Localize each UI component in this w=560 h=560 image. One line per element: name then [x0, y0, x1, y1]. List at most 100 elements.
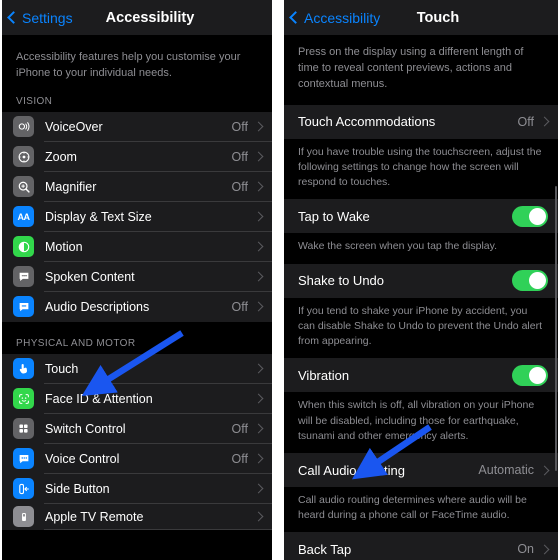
shake-to-undo-toggle[interactable] [512, 270, 548, 292]
tap-to-wake-toggle[interactable] [512, 205, 548, 227]
row-zoom[interactable]: Zoom Off [2, 141, 272, 172]
vibration-description: When this switch is off, all vibration o… [284, 392, 558, 453]
chevron-right-icon [253, 211, 264, 222]
row-face-id-attention[interactable]: Face ID & Attention [2, 383, 272, 414]
row-label: Face ID & Attention [45, 391, 153, 406]
row-label: Audio Descriptions [45, 299, 150, 314]
row-call-audio-routing[interactable]: Call Audio Routing Automatic [284, 453, 558, 487]
chevron-right-icon [253, 483, 264, 494]
zoom-icon [13, 146, 34, 168]
row-vibration[interactable]: Vibration [284, 358, 558, 393]
physical-and-motor-group: Touch Face ID & Attention Switch Control… [2, 353, 272, 530]
row-shake-to-undo[interactable]: Shake to Undo [284, 263, 558, 298]
right-navigation-bar: Accessibility Touch [284, 0, 558, 36]
touch-accommodations-description: If you have trouble using the touchscree… [284, 138, 558, 200]
chevron-right-icon [253, 393, 264, 404]
accessibility-intro-text: Accessibility features help you customis… [16, 51, 241, 79]
row-label: Display & Text Size [45, 209, 152, 224]
right-scroll-area[interactable]: Press on the display using a different l… [284, 36, 558, 560]
spoken-content-icon [13, 266, 34, 288]
row-voice-control[interactable]: Voice Control Off [2, 443, 272, 474]
chevron-right-icon [253, 181, 264, 192]
shake-to-undo-description: If you tend to shake your iPhone by acci… [284, 297, 558, 359]
toggle-knob [529, 272, 546, 290]
row-label: Vibration [298, 367, 350, 383]
right-phone-screen: Accessibility Touch Press on the display… [284, 0, 558, 560]
screenshot-stage: Settings Accessibility Accessibility fea… [0, 0, 560, 560]
row-label: Motion [45, 239, 83, 254]
tap-to-wake-description: Wake the screen when you tap the display… [284, 233, 558, 264]
apple-tv-remote-icon [13, 506, 34, 528]
row-label: Tap to Wake [298, 208, 370, 224]
switch-control-icon [13, 418, 34, 440]
chevron-right-icon [253, 423, 264, 434]
audio-descriptions-icon [13, 296, 34, 318]
vibration-toggle[interactable] [512, 364, 548, 386]
face-id-icon [13, 388, 34, 410]
row-magnifier[interactable]: Magnifier Off [2, 171, 272, 202]
row-label: Voice Control [45, 451, 120, 466]
voice-control-icon [13, 448, 34, 470]
chevron-right-icon [539, 544, 550, 555]
section-header-vision: VISION [16, 95, 53, 107]
row-value: Off [231, 451, 248, 466]
row-value: Off [231, 421, 248, 436]
right-back-label: Accessibility [304, 9, 381, 26]
motion-icon [13, 236, 34, 258]
row-value: On [517, 542, 534, 557]
row-voiceover[interactable]: VoiceOver Off [2, 111, 272, 142]
left-back-button[interactable]: Settings [2, 10, 73, 26]
magnifier-icon [13, 176, 34, 198]
row-value: Off [231, 149, 248, 164]
row-label: VoiceOver [45, 119, 103, 134]
display-text-size-icon: AA [13, 206, 34, 228]
row-label: Spoken Content [45, 269, 135, 284]
row-value: Off [231, 119, 248, 134]
chevron-right-icon [253, 301, 264, 312]
right-back-button[interactable]: Accessibility [284, 10, 380, 26]
chevron-left-icon [289, 11, 302, 24]
row-label: Magnifier [45, 179, 97, 194]
section-header-physical-and-motor: PHYSICAL AND MOTOR [16, 337, 136, 349]
touch-icon [13, 358, 34, 380]
side-button-icon [13, 478, 34, 500]
chevron-right-icon [253, 511, 264, 522]
touch-intro-text: Press on the display using a different l… [298, 46, 524, 90]
chevron-right-icon [253, 363, 264, 374]
row-value: Off [231, 179, 248, 194]
row-value: Off [517, 114, 534, 129]
row-touch-accommodations[interactable]: Touch Accommodations Off [284, 104, 558, 139]
row-apple-tv-remote[interactable]: Apple TV Remote [2, 503, 272, 530]
toggle-knob [529, 207, 546, 225]
row-label: Back Tap [298, 541, 352, 557]
row-label: Side Button [45, 481, 110, 496]
row-label: Touch Accommodations [298, 114, 436, 130]
row-label: Switch Control [45, 421, 126, 436]
row-side-button[interactable]: Side Button [2, 473, 272, 504]
row-label: Apple TV Remote [45, 509, 144, 524]
chevron-right-icon [539, 465, 550, 475]
toggle-knob [529, 366, 546, 384]
row-back-tap[interactable]: Back Tap On [284, 532, 558, 560]
right-scrollbar[interactable] [555, 186, 557, 471]
chevron-right-icon [253, 121, 264, 132]
row-value: Off [231, 299, 248, 314]
chevron-right-icon [253, 271, 264, 282]
row-touch[interactable]: Touch [2, 353, 272, 384]
chevron-right-icon [253, 151, 264, 162]
row-label: Call Audio Routing [298, 462, 405, 478]
left-scroll-area[interactable]: Accessibility features help you customis… [2, 36, 272, 560]
row-display-text-size[interactable]: AA Display & Text Size [2, 201, 272, 232]
left-back-label: Settings [22, 9, 73, 26]
row-tap-to-wake[interactable]: Tap to Wake [284, 199, 558, 234]
left-phone-screen: Settings Accessibility Accessibility fea… [2, 0, 272, 560]
row-audio-descriptions[interactable]: Audio Descriptions Off [2, 291, 272, 322]
voiceover-icon [13, 116, 34, 138]
row-spoken-content[interactable]: Spoken Content [2, 261, 272, 292]
row-switch-control[interactable]: Switch Control Off [2, 413, 272, 444]
row-motion[interactable]: Motion [2, 231, 272, 262]
call-audio-routing-description: Call audio routing determines where audi… [284, 487, 558, 533]
row-value: Automatic [478, 463, 534, 477]
row-label: Shake to Undo [298, 273, 385, 289]
vision-group: VoiceOver Off Zoom Off Magnifier Off AA … [2, 111, 272, 322]
